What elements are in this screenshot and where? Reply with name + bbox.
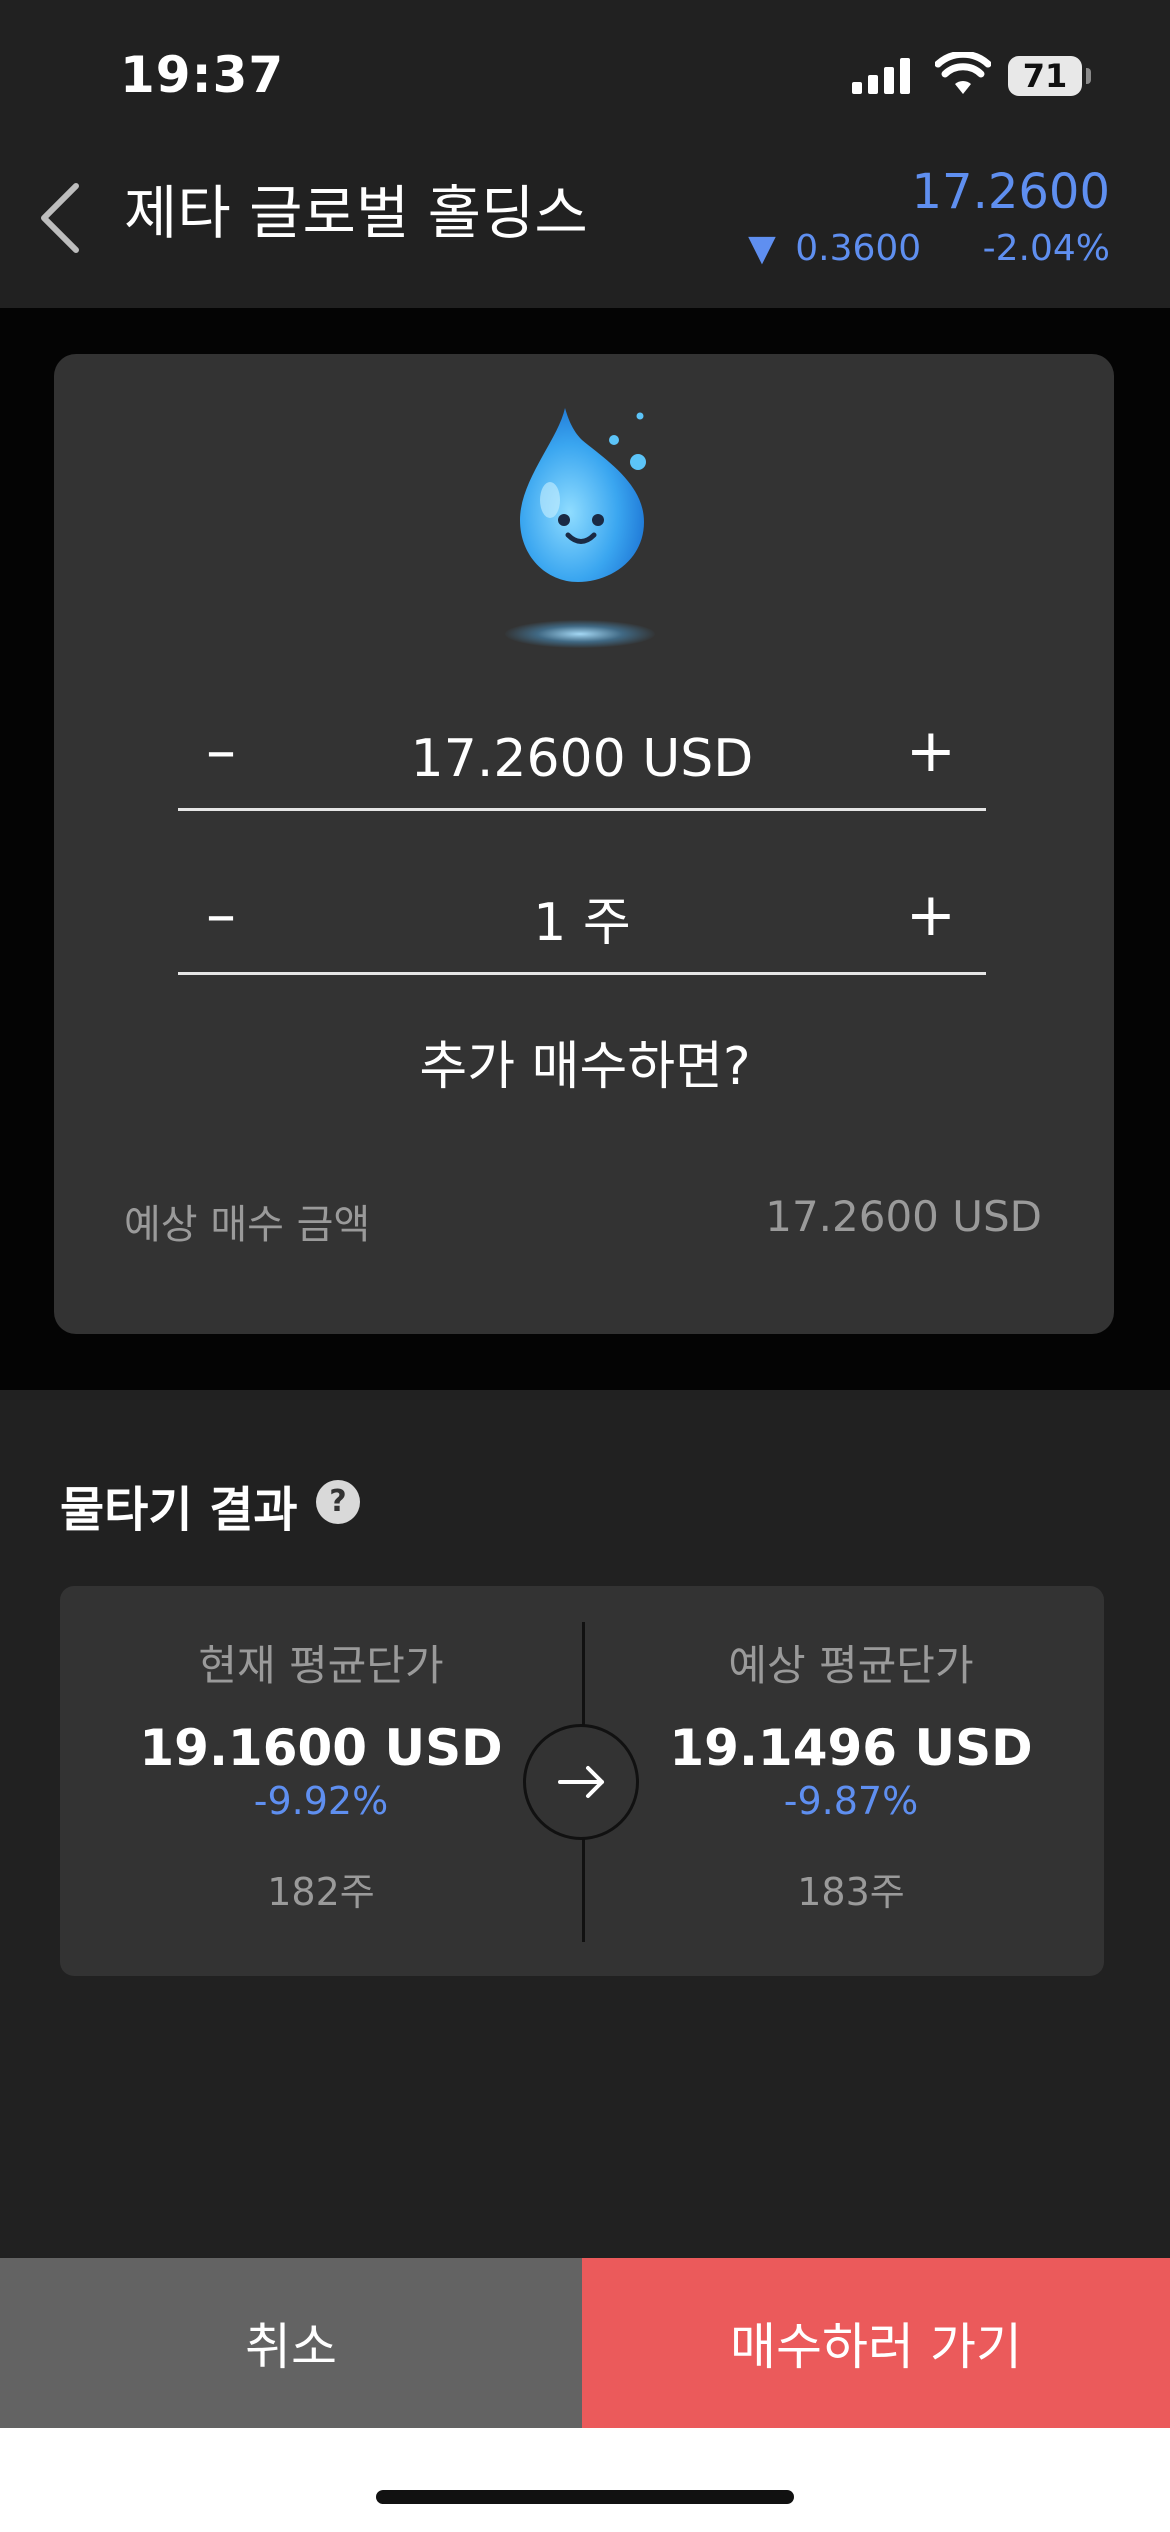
signal-icon [852,58,910,94]
stock-title: 제타 글로벌 홀딩스 [124,179,588,247]
expected-shares: 183주 [797,1870,905,1914]
arrow-circle [523,1724,639,1840]
result-title: 물타기 결과 [60,1482,298,1538]
expected-average-percent: -9.87% [783,1779,919,1823]
change-amount: 0.3600 [795,228,922,269]
home-indicator[interactable] [376,2490,794,2504]
expected-amount-value: 17.2600 USD [765,1192,1042,1241]
current-price: 17.2600 [911,164,1111,220]
question-icon[interactable]: ? [316,1480,360,1524]
down-triangle-icon: ▼ [748,228,776,269]
expected-average-label: 예상 평균단가 [728,1641,974,1690]
status-bar: 19:37 71 [0,0,1170,150]
price-stepper: – 17.2600 USD + [178,698,986,811]
current-average-amount: 19.1600 USD [139,1719,503,1777]
quantity-stepper: – 1 주 + [178,862,986,975]
expected-average-amount: 19.1496 USD [669,1719,1033,1777]
home-indicator-area [0,2428,1170,2532]
battery-icon: 71 [1008,56,1082,96]
status-time: 19:37 [120,46,285,104]
quantity-input[interactable]: 1 주 [178,892,986,954]
expected-amount-label: 예상 매수 금액 [124,1202,371,1248]
price-plus-button[interactable]: + [906,716,956,786]
wifi-icon [935,52,991,94]
current-shares: 182주 [267,1870,375,1914]
change-percent: -2.04% [982,228,1110,269]
price-input[interactable]: 17.2600 USD [178,728,986,790]
water-drop-mascot-icon [520,408,646,582]
mascot-glow [505,620,655,648]
arrow-right-icon [558,1766,604,1798]
current-average-percent: -9.92% [253,1779,389,1823]
price-change: ▼ 0.3600 -2.04% [748,228,1110,269]
current-average-label: 현재 평균단가 [198,1641,444,1690]
go-to-buy-button[interactable]: 매수하러 가기 [582,2258,1170,2428]
expected-average-column: 예상 평균단가 19.1496 USD -9.87% 183주 [586,1632,1116,1916]
current-average-column: 현재 평균단가 19.1600 USD -9.92% 182주 [56,1632,586,1916]
quantity-plus-button[interactable]: + [906,880,956,950]
battery-tip [1086,68,1091,84]
additional-buy-question: 추가 매수하면? [419,1037,751,1097]
back-chevron-icon[interactable] [36,180,86,256]
cancel-button[interactable]: 취소 [0,2258,582,2428]
